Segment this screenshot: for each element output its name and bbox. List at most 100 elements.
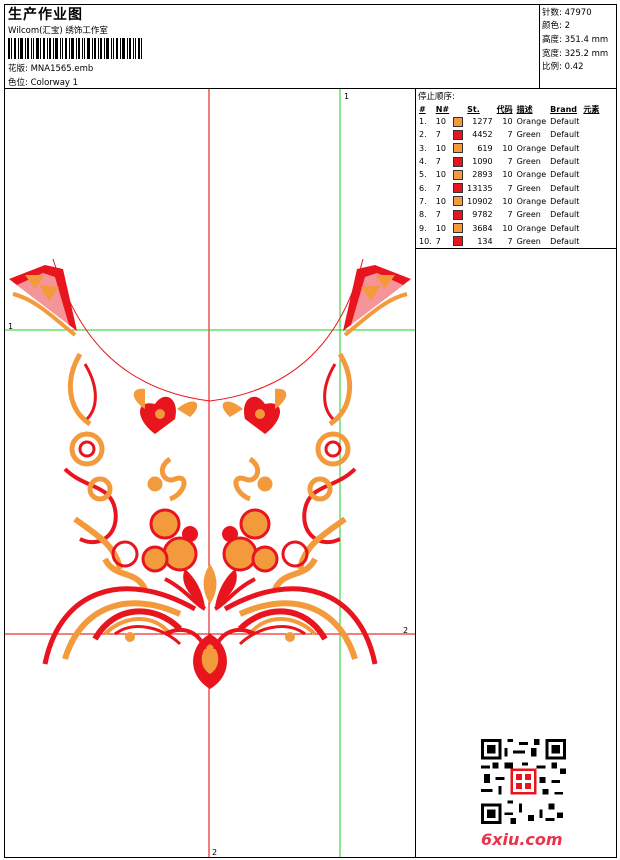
stat-label: 比例: [542, 62, 562, 72]
table-row: 3. 10 619 10 Orange Default [417, 142, 601, 155]
col-description: 描述 [516, 104, 533, 114]
row-code: 7 [507, 210, 513, 220]
row-index: 1. [419, 117, 427, 127]
colorway-row: 色位: Colorway 1 [8, 76, 78, 88]
qr-code-icon [481, 739, 566, 824]
page-title: 生产作业图 [8, 7, 83, 23]
row-index: 9. [419, 223, 427, 233]
col-stitches: St. [467, 104, 480, 114]
stat-value: 351.4 mm [564, 35, 609, 45]
site-watermark: 6xiu.com [481, 830, 563, 849]
color-swatch-icon [453, 223, 464, 234]
color-swatch-icon [453, 116, 464, 127]
row-index: 6. [419, 183, 427, 193]
row-brand: Default [550, 117, 580, 127]
row-brand: Default [550, 170, 580, 180]
row-swatch [451, 221, 465, 234]
design-preview-canvas: 1 1 2 2 [5, 89, 416, 857]
stop-sequence-title: 停止顺序: [418, 92, 455, 102]
stat-label: 颜色: [542, 21, 562, 31]
color-swatch-icon [453, 183, 464, 194]
row-code: 10 [502, 223, 513, 233]
right-shoulder-motif [343, 265, 411, 337]
stat-value: 0.42 [564, 62, 584, 72]
row-needle: 10 [435, 170, 446, 180]
color-swatch-icon [453, 196, 464, 207]
table-header-row: # N# St. 代码 描述 Brand 元素 [417, 103, 601, 115]
row-swatch [451, 195, 465, 208]
row-description: Orange [516, 143, 547, 153]
stat-scale: 比例: 0.42 [542, 60, 584, 72]
color-swatch-icon [453, 156, 464, 167]
col-element: 元素 [583, 104, 600, 114]
row-element [581, 221, 601, 234]
stat-label: 宽度: [542, 49, 562, 59]
design-name-row: 花版: MNA1565.emb [8, 62, 93, 74]
row-brand: Default [550, 223, 580, 233]
guide-label-h2: 2 [403, 626, 408, 635]
table-row: 10. 7 134 7 Green Default [417, 235, 601, 248]
row-brand: Default [550, 130, 580, 140]
row-stitches: 10902 [467, 196, 493, 206]
row-description: Green [516, 183, 541, 193]
color-swatch-icon [453, 143, 464, 154]
table-row: 4. 7 1090 7 Green Default [417, 155, 601, 168]
table-row: 8. 7 9782 7 Green Default [417, 208, 601, 221]
row-description: Green [516, 236, 541, 246]
row-code: 7 [507, 236, 513, 246]
colorway-value: Colorway 1 [30, 78, 79, 88]
row-code: 10 [502, 117, 513, 127]
row-stitches: 1090 [472, 157, 493, 167]
color-swatch-icon [453, 169, 464, 180]
col-index: # [419, 104, 426, 114]
col-needle: N# [435, 104, 450, 114]
row-element [581, 208, 601, 221]
production-worksheet: 生产作业图 Wilcom(汇宝) 绣饰工作室 花版: MNA1565.emb 色… [4, 4, 617, 858]
design-label: 花版: [8, 64, 28, 74]
row-swatch [451, 208, 465, 221]
row-element [581, 115, 601, 128]
stat-value: 47970 [564, 8, 592, 18]
row-swatch [451, 142, 465, 155]
row-description: Orange [516, 196, 547, 206]
right-side-motif [272, 352, 357, 591]
row-description: Orange [516, 117, 547, 127]
bottom-arch-right [223, 586, 378, 665]
guide-label-h1: 1 [8, 322, 13, 331]
barcode-icon [8, 38, 142, 59]
row-swatch [451, 181, 465, 194]
row-swatch [451, 115, 465, 128]
table-row: 1. 10 1277 10 Orange Default [417, 115, 601, 128]
row-element [581, 235, 601, 248]
stop-sequence-table: # N# St. 代码 描述 Brand 元素 1. 10 1277 10 Orange… [417, 103, 601, 248]
row-swatch [451, 128, 465, 141]
row-description: Green [516, 210, 541, 220]
row-stitches: 619 [477, 143, 493, 153]
color-swatch-icon [453, 236, 464, 247]
row-needle: 10 [435, 196, 446, 206]
row-description: Orange [516, 170, 547, 180]
row-code: 10 [502, 170, 513, 180]
row-element [581, 128, 601, 141]
row-needle: 7 [435, 183, 441, 193]
row-needle: 7 [435, 236, 441, 246]
row-code: 10 [502, 196, 513, 206]
row-stitches: 13135 [467, 183, 493, 193]
studio-name: Wilcom(汇宝) 绣饰工作室 [8, 26, 108, 36]
bottom-center-medallion [164, 628, 256, 689]
stat-label: 高度: [542, 35, 562, 45]
row-code: 7 [507, 157, 513, 167]
row-needle: 10 [435, 223, 446, 233]
row-code: 7 [507, 130, 513, 140]
row-description: Green [516, 130, 541, 140]
row-index: 8. [419, 210, 427, 220]
stop-sequence-rows: 1. 10 1277 10 Orange Default 2. 7 4452 7 Green Defa… [417, 115, 601, 248]
row-needle: 10 [435, 117, 446, 127]
row-stitches: 1277 [472, 117, 493, 127]
left-shoulder-motif [9, 265, 77, 337]
row-stitches: 134 [477, 236, 493, 246]
row-index: 10. [419, 236, 432, 246]
colorway-label: 色位: [8, 78, 28, 88]
row-index: 2. [419, 130, 427, 140]
row-brand: Default [550, 157, 580, 167]
